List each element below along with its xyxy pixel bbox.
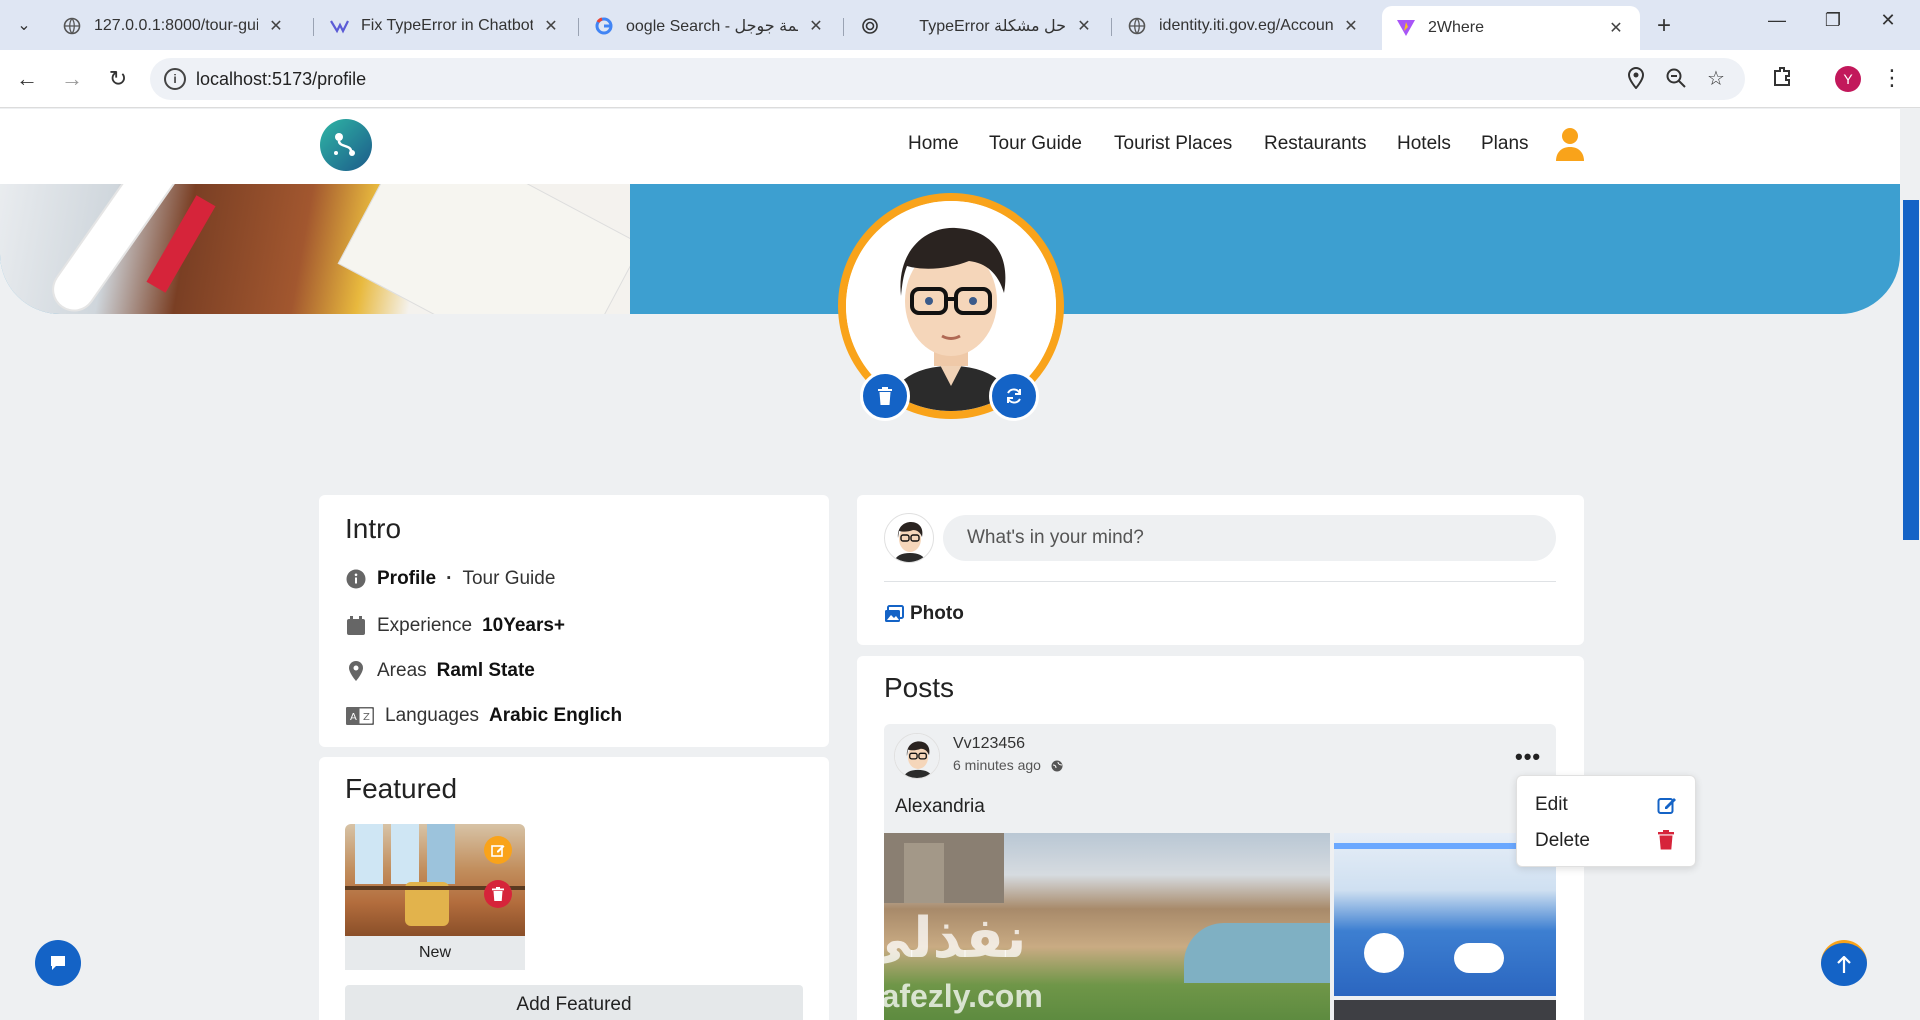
refresh-icon (1007, 388, 1021, 404)
info-icon (345, 568, 367, 590)
post-timestamp: 6 minutes ago (953, 757, 1063, 775)
new-tab-button[interactable]: + (1650, 12, 1678, 40)
chat-button[interactable] (35, 940, 81, 986)
nav-tourist-places[interactable]: Tourist Places (1114, 133, 1232, 155)
arrow-up-icon (1837, 955, 1851, 973)
forward-button[interactable]: → (57, 64, 87, 94)
intro-areas-row: Areas Raml State (345, 660, 535, 682)
edit-icon (491, 845, 505, 857)
intro-title: Intro (345, 513, 402, 544)
browser-tab[interactable]: oogle Search - ترجمة جوجل ✕ (580, 6, 840, 46)
browser-profile-avatar[interactable]: Y (1835, 66, 1861, 92)
close-icon[interactable]: ✕ (541, 16, 561, 36)
post-delete-option[interactable]: Delete (1535, 830, 1590, 852)
trash-icon (878, 387, 892, 405)
language-icon: AZ (345, 705, 375, 727)
site-header: Home Tour Guide Tourist Places Restauran… (0, 109, 1900, 184)
featured-title: Featured (345, 773, 458, 804)
nav-tour-guide[interactable]: Tour Guide (989, 133, 1082, 155)
browser-tab[interactable]: Fix TypeError in Chatbot M ✕ (315, 6, 575, 46)
add-photo-button[interactable]: Photo (884, 603, 964, 625)
browser-tab-active[interactable]: 2Where ✕ (1382, 6, 1640, 50)
intro-profile-row: Profile · Tour Guide (345, 568, 555, 590)
site-logo[interactable] (320, 119, 372, 171)
calendar-icon (345, 615, 367, 637)
intro-experience-row: Experience 10Years+ (345, 615, 565, 637)
edit-icon[interactable] (1657, 795, 1677, 815)
tab-search-button[interactable]: ⌄ (8, 9, 40, 41)
close-window-button[interactable]: ✕ (1868, 10, 1908, 31)
location-icon[interactable] (1624, 66, 1648, 91)
browser-tab[interactable]: TypeError حل مشكلة ✕ (846, 6, 1108, 46)
nav-restaurants[interactable]: Restaurants (1264, 133, 1366, 155)
photos-icon (884, 605, 904, 623)
url-text[interactable]: localhost:5173/profile (196, 69, 366, 90)
add-featured-button[interactable]: Add Featured (345, 985, 803, 1020)
browser-tab[interactable]: identity.iti.gov.eg/Account ✕ (1113, 6, 1375, 46)
user-icon[interactable] (1555, 127, 1585, 161)
chevron-down-icon: ⌄ (17, 17, 31, 34)
post-options-button[interactable]: ••• (1515, 744, 1541, 770)
address-bar[interactable]: i localhost:5173/profile ☆ (150, 58, 1745, 100)
intro-languages-row: AZ Languages Arabic Englich (345, 705, 622, 727)
chatbot-icon (329, 16, 349, 36)
composer-avatar (884, 513, 934, 563)
site-info-icon[interactable]: i (164, 68, 186, 90)
featured-item-caption: New (345, 936, 525, 970)
composer-divider (884, 581, 1556, 582)
post-composer-input[interactable]: What's in your mind? (943, 515, 1556, 561)
browser-menu-icon[interactable]: ⋮ (1878, 65, 1906, 91)
intro-card: Intro Profile · Tour Guide Experience 10… (319, 495, 829, 747)
public-globe-icon (1051, 759, 1063, 775)
chat-bubble-icon (51, 956, 65, 970)
svg-text:A: A (350, 712, 357, 723)
browser-tab[interactable]: 127.0.0.1:8000/tour-guides ✕ (48, 6, 300, 46)
close-icon[interactable]: ✕ (1341, 16, 1361, 36)
delete-featured-button[interactable] (484, 880, 512, 908)
edit-featured-button[interactable] (484, 836, 512, 864)
watermark-latin: nafezly.com (862, 978, 1043, 1014)
back-button[interactable]: ← (12, 64, 42, 94)
nav-home[interactable]: Home (908, 133, 959, 155)
bookmark-star-icon[interactable]: ☆ (1704, 67, 1728, 91)
google-icon (594, 16, 614, 36)
zoom-icon[interactable] (1664, 67, 1688, 91)
change-photo-button[interactable] (989, 371, 1039, 421)
close-icon[interactable]: ✕ (806, 16, 826, 36)
post-edit-option[interactable]: Edit (1535, 794, 1568, 816)
page-scrollbar-thumb[interactable] (1903, 200, 1919, 540)
trash-icon[interactable] (1657, 830, 1677, 850)
restore-button[interactable]: ❐ (1813, 10, 1853, 31)
trash-icon (492, 887, 504, 901)
nav-plans[interactable]: Plans (1481, 133, 1529, 155)
browser-toolbar: ← → ↻ i localhost:5173/profile ☆ ⋮ (0, 50, 1920, 108)
close-icon[interactable]: ✕ (1606, 18, 1626, 38)
globe-icon (62, 16, 82, 36)
post-author-name[interactable]: Vv123456 (953, 735, 1025, 753)
globe-icon (1127, 16, 1147, 36)
minimize-button[interactable]: — (1757, 10, 1797, 31)
watermark-arabic: نفذلي (855, 906, 1027, 969)
svg-text:Z: Z (363, 712, 370, 723)
map-pin-icon (345, 660, 367, 682)
post-image-extra[interactable] (1334, 1000, 1556, 1020)
post-text: Alexandria (895, 796, 985, 817)
nav-hotels[interactable]: Hotels (1397, 133, 1451, 155)
close-icon[interactable]: ✕ (1074, 16, 1094, 36)
post-author-avatar[interactable] (894, 733, 940, 779)
vite-icon (1396, 18, 1416, 38)
post-options-menu: Edit Delete (1516, 775, 1696, 867)
extensions-icon[interactable] (1768, 65, 1796, 93)
openai-icon (860, 16, 880, 36)
delete-photo-button[interactable] (860, 371, 910, 421)
browser-tab-bar: ⌄ 127.0.0.1:8000/tour-guides ✕ Fix TypeE… (0, 0, 1920, 50)
close-icon[interactable]: ✕ (266, 16, 286, 36)
posts-title: Posts (884, 672, 955, 703)
reload-button[interactable]: ↻ (103, 64, 133, 94)
scroll-to-top-button[interactable] (1821, 940, 1867, 986)
cover-photo (0, 184, 630, 314)
